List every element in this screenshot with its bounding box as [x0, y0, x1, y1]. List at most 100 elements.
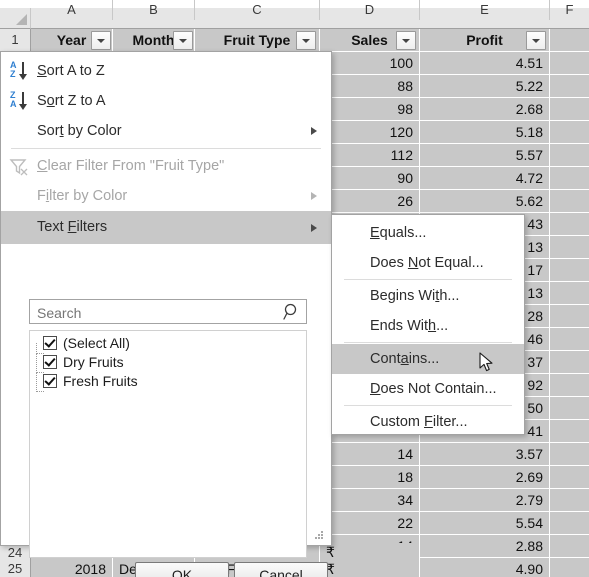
text-filters-submenu: Equals... Does Not Equal... Begins With.…	[331, 214, 525, 435]
submenu-separator-2	[344, 342, 512, 343]
excel-worksheet-window: A B C D E F 1 Year Month Fruit Type Sale…	[0, 0, 589, 577]
filter-button-year[interactable]	[91, 31, 111, 50]
cell-sales-3[interactable]: 120	[320, 121, 420, 144]
sort-arrow-down-icon	[19, 62, 26, 80]
search-box[interactable]	[29, 299, 307, 324]
filter-button-sales[interactable]	[396, 31, 416, 50]
column-header-e[interactable]: E	[420, 0, 550, 20]
cell-sales-9[interactable]: 34	[320, 489, 420, 512]
menu-label-clear-filter: Clear Filter From "Fruit Type"	[37, 158, 225, 174]
column-header-c[interactable]: C	[195, 0, 320, 20]
cell-profit-2[interactable]: 2.68	[420, 98, 550, 121]
submenu-item-equals[interactable]: Equals...	[332, 218, 524, 248]
cell-profit-12[interactable]: 4.90	[420, 558, 550, 577]
menu-item-filter-by-color[interactable]: Filter by Color	[1, 181, 331, 211]
cell-profit-11[interactable]: 2.88	[420, 535, 550, 558]
checkbox-fresh-fruits[interactable]	[43, 374, 57, 388]
submenu-label-does-not-equal: Does Not Equal...	[370, 255, 484, 271]
submenu-item-begins-with[interactable]: Begins With...	[332, 281, 524, 311]
submenu-item-does-not-equal[interactable]: Does Not Equal...	[332, 248, 524, 278]
column-header-b[interactable]: B	[113, 0, 195, 20]
cell-sales-8[interactable]: 18	[320, 466, 420, 489]
filter-button-profit[interactable]	[526, 31, 546, 50]
sort-za-glyph-bottom: A	[10, 99, 17, 109]
cell-a25-year[interactable]: 2018	[31, 558, 113, 577]
submenu-label-contains: Contains...	[370, 351, 440, 367]
cancel-button[interactable]: Cancel	[234, 562, 328, 577]
cell-sales-5[interactable]: 90	[320, 167, 420, 190]
select-all-triangle-icon	[16, 14, 27, 25]
search-input[interactable]	[35, 302, 284, 323]
submenu-item-custom-filter[interactable]: Custom Filter...	[332, 407, 524, 437]
menu-label-sort-z-to-a: Sort Z to A	[37, 93, 106, 109]
menu-item-sort-a-to-z[interactable]: A Z Sort A to Z	[1, 56, 331, 86]
menu-label-filter-by-color: Filter by Color	[37, 188, 128, 204]
cell-profit-1[interactable]: 5.22	[420, 75, 550, 98]
submenu-label-does-not-contain: Does Not Contain...	[370, 381, 497, 397]
list-item-dry-fruits[interactable]: Dry Fruits	[30, 353, 306, 373]
filter-button-fruit-type[interactable]	[296, 31, 316, 50]
search-icon[interactable]	[283, 303, 301, 321]
cell-d25-currency[interactable]: ₹	[320, 558, 420, 577]
submenu-label-custom-filter: Custom Filter...	[370, 414, 468, 430]
list-label-dry-fruits: Dry Fruits	[63, 354, 124, 370]
cell-profit-0[interactable]: 4.51	[420, 52, 550, 75]
cell-sales-4[interactable]: 112	[320, 144, 420, 167]
sort-ascending-icon: A Z	[8, 61, 32, 81]
submenu-item-ends-with[interactable]: Ends With...	[332, 311, 524, 341]
chevron-right-icon-filter-color	[311, 192, 317, 200]
cell-sales-1[interactable]: 88	[320, 75, 420, 98]
column-header-f[interactable]: F	[550, 0, 589, 20]
cell-profit-7[interactable]: 3.57	[420, 443, 550, 466]
menu-item-sort-z-to-a[interactable]: Z A Sort Z to A	[1, 86, 331, 116]
row-header-1[interactable]: 1	[0, 29, 31, 52]
menu-item-text-filters[interactable]: Text Filters	[1, 211, 331, 244]
chevron-right-icon-text-filters	[311, 223, 317, 232]
cell-sales-7[interactable]: 14	[320, 443, 420, 466]
menu-item-clear-filter[interactable]: Clear Filter From "Fruit Type"	[1, 151, 331, 181]
mouse-cursor	[479, 352, 495, 379]
chevron-right-icon-sort-color	[311, 127, 317, 135]
cell-profit-9[interactable]: 2.79	[420, 489, 550, 512]
menu-label-sort-a-to-z: Sort A to Z	[37, 63, 105, 79]
cell-sales-0[interactable]: 100	[320, 52, 420, 75]
menu-item-sort-by-color[interactable]: Sort by Color	[1, 116, 331, 146]
resize-grip[interactable]	[315, 531, 325, 541]
cell-f1[interactable]	[550, 29, 589, 52]
cell-profit-6[interactable]: 5.62	[420, 190, 550, 213]
clear-filter-icon	[9, 158, 31, 176]
filter-dropdown-menu: A Z Sort A to Z Z A Sort Z to A Sort by …	[0, 51, 332, 577]
submenu-label-equals: Equals...	[370, 225, 427, 241]
list-item-select-all[interactable]: (Select All)	[30, 334, 306, 354]
submenu-label-begins-with: Begins With...	[370, 288, 460, 304]
ok-button[interactable]: OK	[135, 562, 229, 577]
checkbox-dry-fruits[interactable]	[43, 355, 57, 369]
column-header-a[interactable]: A	[31, 0, 113, 20]
cell-sales-10[interactable]: 22	[320, 512, 420, 535]
filter-values-list[interactable]: (Select All) Dry Fruits Fresh Fruits	[29, 330, 307, 558]
cell-sales-2[interactable]: 98	[320, 98, 420, 121]
cell-sales-6[interactable]: 26	[320, 190, 420, 213]
cell-profit-5[interactable]: 4.72	[420, 167, 550, 190]
filter-button-month[interactable]	[173, 31, 193, 50]
select-all-corner[interactable]	[0, 8, 31, 29]
submenu-label-ends-with: Ends With...	[370, 318, 449, 334]
list-label-select-all: (Select All)	[63, 335, 130, 351]
checkbox-select-all[interactable]	[43, 336, 57, 350]
cell-profit-8[interactable]: 2.69	[420, 466, 550, 489]
menu-label-text-filters: Text Filters	[37, 219, 108, 235]
column-header-d[interactable]: D	[320, 0, 420, 20]
menu-separator-1	[11, 148, 321, 149]
cell-profit-3[interactable]: 5.18	[420, 121, 550, 144]
menu-label-sort-by-color: Sort by Color	[37, 123, 122, 139]
list-item-fresh-fruits[interactable]: Fresh Fruits	[30, 372, 306, 392]
cell-f-gridlines	[550, 52, 589, 577]
list-label-fresh-fruits: Fresh Fruits	[63, 373, 138, 389]
row-header-25[interactable]: 25	[0, 558, 31, 577]
submenu-item-contains[interactable]: Contains...	[332, 344, 524, 374]
cell-profit-10[interactable]: 5.54	[420, 512, 550, 535]
cell-profit-4[interactable]: 5.57	[420, 144, 550, 167]
sort-descending-icon: Z A	[8, 91, 32, 111]
sort-az-glyph-bottom: Z	[10, 69, 16, 79]
submenu-item-does-not-contain[interactable]: Does Not Contain...	[332, 374, 524, 404]
